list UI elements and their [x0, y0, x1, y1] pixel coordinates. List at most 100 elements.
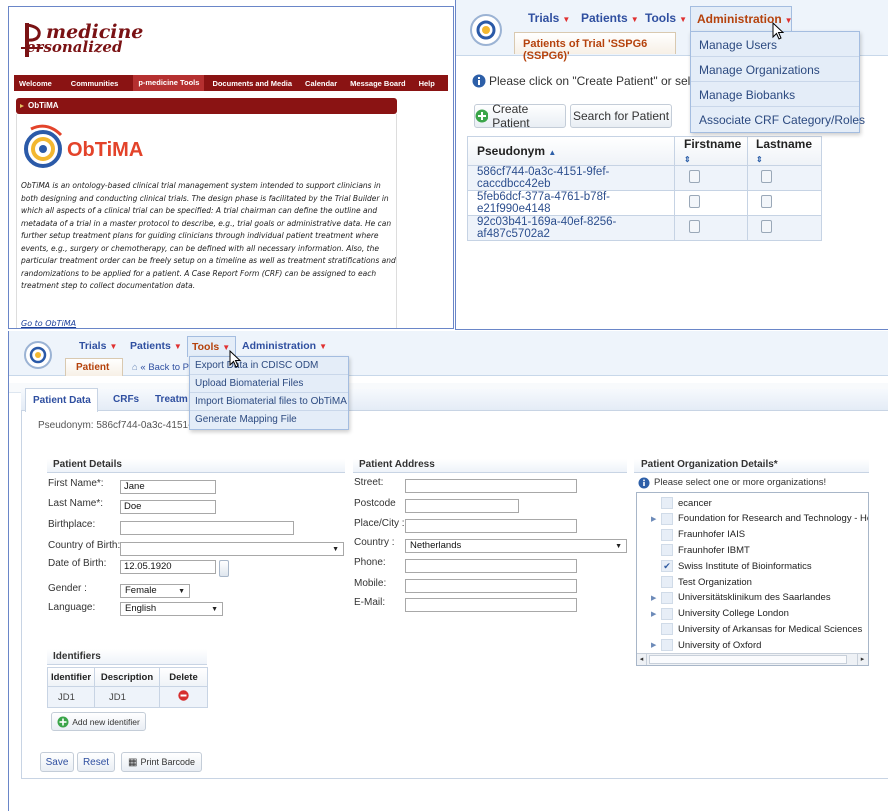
search-patient-button[interactable]: Search for Patient — [570, 104, 672, 128]
menu-upload-biomaterial[interactable]: Upload Biomaterial Files — [190, 375, 348, 393]
nav-pmedicine-tools[interactable]: p-medicine Tools — [133, 75, 205, 91]
add-identifier-button[interactable]: Add new identifier — [51, 712, 146, 731]
column-lastname[interactable]: Lastname ⇕ — [748, 137, 822, 166]
last-name-field[interactable]: Doe — [120, 500, 216, 514]
menu-manage-organizations[interactable]: Manage Organizations — [691, 57, 859, 82]
checkbox[interactable] — [661, 544, 673, 557]
organization-item[interactable]: University of Arkansas for Medical Scien… — [661, 623, 862, 636]
menu-manage-biobanks[interactable]: Manage Biobanks — [691, 82, 859, 107]
checkbox[interactable] — [661, 528, 673, 541]
tab-crfs[interactable]: CRFs — [113, 394, 139, 405]
nav-documents-media[interactable]: Documents and Media — [204, 79, 297, 88]
expand-arrow-icon[interactable]: ▶ — [651, 610, 656, 618]
nav-tools[interactable]: Tools ▼ — [645, 11, 687, 25]
organization-item[interactable]: ▶ University College London — [651, 607, 789, 620]
expand-arrow-icon[interactable]: ▶ — [651, 641, 656, 649]
organization-item[interactable]: ▶ University of Oxford — [651, 639, 761, 652]
organization-details-title: Patient Organization Details* — [634, 459, 869, 473]
organization-item[interactable]: ecancer — [661, 497, 712, 509]
first-name-field[interactable]: Jane — [120, 480, 216, 494]
save-button[interactable]: Save — [40, 752, 74, 772]
cursor-icon — [229, 350, 242, 368]
horizontal-scrollbar[interactable]: ◂ ▸ — [637, 653, 868, 665]
phone-field[interactable] — [405, 559, 577, 573]
table-row[interactable]: 92c03b41-169a-40ef-8256-af487c5702a2 — [467, 215, 822, 241]
nav-communities[interactable]: Communities — [57, 79, 124, 88]
firstname-cell — [674, 190, 748, 216]
nav-message-board[interactable]: Message Board — [342, 79, 410, 88]
country-select[interactable]: Netherlands — [405, 539, 627, 553]
country-label: Country : — [354, 537, 395, 548]
menu-generate-mapping[interactable]: Generate Mapping File — [190, 411, 348, 429]
organization-item[interactable]: ✔ Swiss Institute of Bioinformatics — [661, 560, 812, 573]
column-identifier: Identifier — [47, 667, 95, 687]
nav-trials[interactable]: Trials ▼ — [528, 11, 570, 25]
delete-icon[interactable] — [178, 690, 189, 701]
obtima-ring-icon[interactable] — [23, 340, 53, 370]
checkbox[interactable] — [661, 623, 673, 636]
back-link[interactable]: ⌂ « Back to P — [132, 362, 189, 373]
lastname-cell — [748, 216, 822, 241]
nav-calendar[interactable]: Calendar — [297, 79, 342, 88]
organization-item[interactable]: Test Organization — [661, 576, 752, 588]
language-select[interactable]: English — [120, 602, 223, 616]
column-pseudonym[interactable]: Pseudonym ▲ — [467, 136, 675, 166]
expand-arrow-icon[interactable]: ▶ — [651, 515, 656, 523]
scroll-left-icon[interactable]: ◂ — [637, 654, 647, 665]
checkbox[interactable] — [661, 639, 673, 652]
organization-item[interactable]: ▶ Foundation for Research and Technology … — [651, 512, 868, 525]
table-row[interactable]: 5feb6dcf-377a-4761-b78f-e21f990e4148 — [467, 190, 822, 216]
reset-button[interactable]: Reset — [77, 752, 115, 772]
menu-import-biomaterial[interactable]: Import Biomaterial files to ObTiMA — [190, 393, 348, 411]
checkbox[interactable] — [661, 607, 673, 620]
checkbox[interactable] — [661, 591, 673, 604]
tab-treatment[interactable]: Treatm — [155, 394, 188, 405]
nav-trials[interactable]: Trials ▼ — [79, 340, 117, 352]
calendar-icon[interactable] — [219, 560, 229, 577]
tab-patient-data[interactable]: Patient Data — [25, 388, 98, 412]
city-field[interactable] — [405, 519, 577, 533]
lastname-cell — [748, 191, 822, 216]
checkbox[interactable] — [661, 497, 673, 509]
pseudonym-cell[interactable]: 586cf744-0a3c-4151-9fef-caccdbcc42eb — [467, 165, 675, 191]
checkbox[interactable] — [661, 512, 673, 525]
go-to-obtima-link[interactable]: Go to ObTiMA — [21, 319, 76, 328]
expand-arrow-icon[interactable]: ▶ — [651, 594, 656, 602]
nav-welcome[interactable]: Welcome — [14, 79, 57, 88]
organization-label: University College London — [678, 608, 789, 620]
chevron-down-icon: ▼ — [109, 342, 118, 351]
menu-associate-crf[interactable]: Associate CRF Category/Roles — [691, 107, 865, 132]
checkmark-icon[interactable]: ✔ — [661, 560, 673, 573]
mobile-field[interactable] — [405, 579, 577, 593]
obtima-ring-icon[interactable] — [468, 12, 504, 48]
dob-field[interactable]: 12.05.1920 — [120, 560, 216, 574]
nav-administration[interactable]: Administration ▼ — [242, 340, 327, 352]
pseudonym-cell[interactable]: 92c03b41-169a-40ef-8256-af487c5702a2 — [467, 215, 675, 241]
street-label: Street: — [354, 477, 384, 488]
tab-patients-of-trial[interactable]: Patients of Trial 'SSPG6 (SSPG6)' — [514, 32, 676, 62]
nav-patients[interactable]: Patients ▼ — [581, 11, 639, 25]
birthplace-field[interactable] — [120, 521, 294, 535]
table-row[interactable]: 586cf744-0a3c-4151-9fef-caccdbcc42eb — [467, 165, 822, 191]
scroll-right-icon[interactable]: ▸ — [857, 654, 867, 665]
print-barcode-button[interactable]: ▦ Print Barcode — [121, 752, 202, 772]
nav-patients[interactable]: Patients ▼ — [130, 340, 182, 352]
scrollbar-thumb[interactable] — [649, 655, 847, 664]
identifier-cell: JD1 — [47, 686, 95, 708]
gender-select[interactable]: Female — [120, 584, 190, 598]
organization-item[interactable]: ▶ Universitätsklinikum des Saarlandes — [651, 591, 831, 604]
postcode-field[interactable] — [405, 499, 519, 513]
menu-export-cdisc[interactable]: Export Data in CDISC ODM — [190, 357, 348, 375]
column-firstname[interactable]: Firstname ⇕ — [674, 136, 748, 166]
organization-item[interactable]: Fraunhofer IAIS — [661, 528, 745, 541]
create-patient-button[interactable]: Create Patient — [474, 102, 566, 130]
street-field[interactable] — [405, 479, 577, 493]
pseudonym-cell[interactable]: 5feb6dcf-377a-4761-b78f-e21f990e4148 — [467, 190, 675, 216]
tab-patient[interactable]: Patient — [65, 358, 123, 376]
checkbox[interactable] — [661, 576, 673, 588]
email-field[interactable] — [405, 598, 577, 612]
country-of-birth-select[interactable] — [120, 542, 344, 556]
nav-help[interactable]: Help — [411, 79, 440, 88]
organization-item[interactable]: Fraunhofer IBMT — [661, 544, 750, 557]
obtima-logo-icon — [24, 124, 63, 168]
